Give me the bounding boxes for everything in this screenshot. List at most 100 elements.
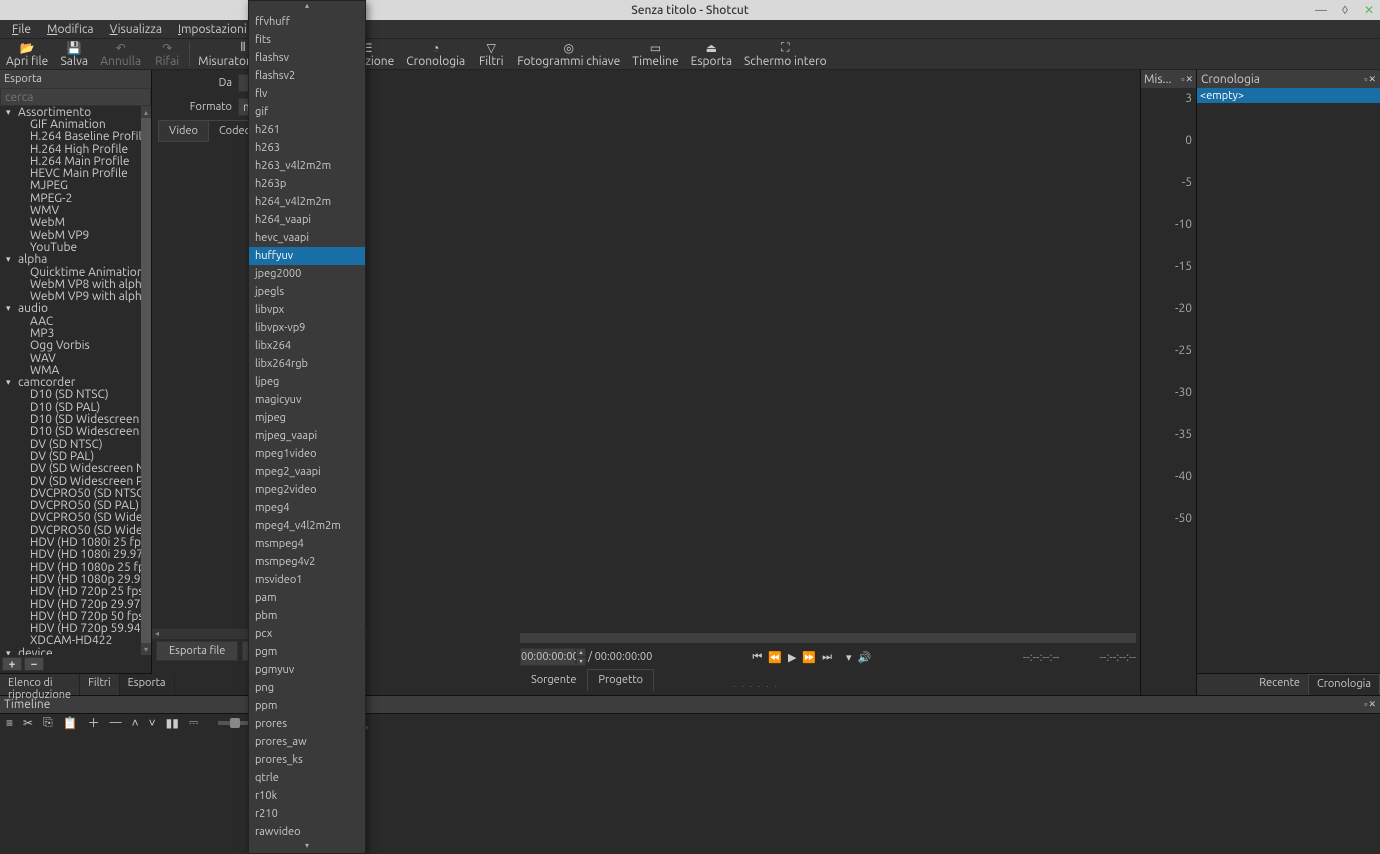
codec-option[interactable]: h263	[249, 139, 365, 157]
codec-option[interactable]: mpeg2video	[249, 481, 365, 499]
tree-scrollbar[interactable]: ▴ ▾	[141, 106, 151, 655]
codec-option[interactable]: jpeg2000	[249, 265, 365, 283]
codec-option[interactable]: huffyuv	[249, 247, 365, 265]
export-file-button[interactable]: Esporta file	[156, 641, 238, 661]
tree-item[interactable]: D10 (SD Widescreen ...	[0, 413, 141, 425]
rewind-icon[interactable]: ⏪	[768, 651, 782, 664]
tree-item[interactable]: Ogg Vorbis	[0, 340, 141, 352]
export-button[interactable]: ⏏Esporta	[685, 38, 738, 70]
codec-option[interactable]: pgm	[249, 643, 365, 661]
tree-item[interactable]: HDV (HD 720p 50 fps)	[0, 610, 141, 622]
right-tab[interactable]: Cronologia	[1308, 674, 1380, 695]
tree-item[interactable]: WebM	[0, 217, 141, 229]
chrono-button[interactable]: ◔Cronologia	[400, 38, 471, 70]
player-scrubber[interactable]	[520, 633, 1136, 643]
tree-item[interactable]: YouTube	[0, 241, 141, 253]
codec-option[interactable]: mjpeg	[249, 409, 365, 427]
tree-item[interactable]: DV (SD Widescreen P...	[0, 475, 141, 487]
codec-option[interactable]: prores	[249, 715, 365, 733]
tree-item[interactable]: HDV (HD 720p 29.97 ...	[0, 598, 141, 610]
search-input[interactable]	[1, 89, 150, 105]
codec-option[interactable]: r10k	[249, 787, 365, 805]
menu-impostazioni[interactable]: Impostazioni	[170, 23, 255, 36]
undo-button[interactable]: ↶Annulla	[94, 38, 147, 70]
undock-icon[interactable]: ▫	[1364, 699, 1367, 710]
tree-item[interactable]: MJPEG	[0, 180, 141, 192]
chronology-item[interactable]: <empty>	[1197, 88, 1380, 103]
undock-icon[interactable]: ▫	[1181, 74, 1184, 85]
codec-option[interactable]: flashsv	[249, 49, 365, 67]
preset-search[interactable]	[0, 88, 151, 106]
tree-item[interactable]: AAC	[0, 315, 141, 327]
codec-option[interactable]: msvideo1	[249, 571, 365, 589]
codec-option[interactable]: ljpeg	[249, 373, 365, 391]
codec-option[interactable]: mjpeg_vaapi	[249, 427, 365, 445]
codec-option[interactable]: libx264	[249, 337, 365, 355]
left-tab[interactable]: Filtri	[80, 674, 120, 695]
maximize-icon[interactable]: ◊	[1338, 3, 1352, 17]
keyframes-button[interactable]: ◎Fotogrammi chiave	[511, 38, 626, 70]
tree-item[interactable]: HDV (HD 1080i 29.97 ...	[0, 549, 141, 561]
codec-option[interactable]: gif	[249, 103, 365, 121]
cut-icon[interactable]: ✂	[23, 716, 33, 730]
codec-option[interactable]: h264_v4l2m2m	[249, 193, 365, 211]
tree-item[interactable]: DVCPRO50 (SD NTSC)	[0, 487, 141, 499]
play-icon[interactable]: ▶	[788, 651, 796, 664]
codec-option[interactable]: pbm	[249, 607, 365, 625]
menu-visualizza[interactable]: Visualizza	[102, 23, 170, 36]
codec-option[interactable]: qtrle	[249, 769, 365, 787]
tree-item[interactable]: Quicktime Animation	[0, 266, 141, 278]
tree-item[interactable]: H.264 Main Profile	[0, 155, 141, 167]
tree-item[interactable]: GIF Animation	[0, 118, 141, 130]
tree-item[interactable]: DVCPRO50 (SD PAL)	[0, 500, 141, 512]
player-tab[interactable]: Progetto	[587, 669, 654, 691]
tree-item[interactable]: HDV (HD 1080i 25 fps)	[0, 536, 141, 548]
timeline-tracks[interactable]	[0, 731, 1380, 839]
codec-option[interactable]: rawvideo	[249, 823, 365, 841]
open-button[interactable]: 📂Apri file	[0, 38, 54, 70]
tree-item[interactable]: HDV (HD 720p 25 fps)	[0, 586, 141, 598]
codec-option[interactable]: hevc_vaapi	[249, 229, 365, 247]
fullscreen-button[interactable]: ⛶Schermo intero	[738, 38, 833, 70]
dropdown-scroll-down-icon[interactable]: ▾	[249, 841, 365, 853]
tree-item[interactable]: HEVC Main Profile	[0, 167, 141, 179]
subtab-video[interactable]: Video	[158, 120, 209, 142]
codec-option[interactable]: h261	[249, 121, 365, 139]
codec-option[interactable]: libx264rgb	[249, 355, 365, 373]
close-icon[interactable]: ✕	[1362, 3, 1376, 17]
preset-tree[interactable]: AssortimentoGIF AnimationH.264 Baseline …	[0, 106, 141, 655]
timeline-button[interactable]: ▭Timeline	[626, 38, 684, 70]
codec-option[interactable]: flv	[249, 85, 365, 103]
timeline-menu-icon[interactable]: ≡	[6, 716, 13, 730]
codec-option[interactable]: h263_v4l2m2m	[249, 157, 365, 175]
codec-option[interactable]: pgmyuv	[249, 661, 365, 679]
tree-item[interactable]: HDV (HD 720p 59.94 ...	[0, 622, 141, 634]
fastfwd-icon[interactable]: ⏩	[802, 651, 816, 664]
tree-item[interactable]: WMA	[0, 364, 141, 376]
close-panel-icon[interactable]: ✕	[1185, 74, 1193, 85]
codec-option[interactable]: mpeg4_v4l2m2m	[249, 517, 365, 535]
menu-file[interactable]: File	[4, 23, 39, 36]
tree-item[interactable]: DV (SD NTSC)	[0, 438, 141, 450]
timecode-input[interactable]: 00:00:00:00	[520, 648, 576, 666]
player-tab[interactable]: Sorgente	[520, 669, 587, 691]
append-icon[interactable]: ＋	[88, 714, 100, 731]
codec-option[interactable]: msmpeg4	[249, 535, 365, 553]
codec-option[interactable]: mpeg2_vaapi	[249, 463, 365, 481]
remove-preset-button[interactable]: −	[24, 657, 44, 671]
tree-item[interactable]: MP3	[0, 327, 141, 339]
chronology-list[interactable]: <empty>	[1197, 88, 1380, 673]
right-tab[interactable]: Recente	[1251, 674, 1308, 695]
codec-option[interactable]: mpeg1video	[249, 445, 365, 463]
snap-icon[interactable]: ⎓	[189, 716, 199, 730]
tree-item[interactable]: DVCPRO50 (SD Wides...	[0, 524, 141, 536]
codec-option[interactable]: prores_aw	[249, 733, 365, 751]
player-drag-handle[interactable]: · · · · · ·	[733, 681, 779, 691]
codec-option[interactable]: r210	[249, 805, 365, 823]
tree-group[interactable]: alpha	[0, 254, 141, 266]
split-icon[interactable]: ▮▮	[166, 716, 179, 730]
remove-icon[interactable]: —	[110, 716, 122, 729]
tree-item[interactable]: WMV	[0, 204, 141, 216]
codec-option[interactable]: libvpx	[249, 301, 365, 319]
dropdown-scroll-up-icon[interactable]: ▴	[249, 1, 365, 13]
